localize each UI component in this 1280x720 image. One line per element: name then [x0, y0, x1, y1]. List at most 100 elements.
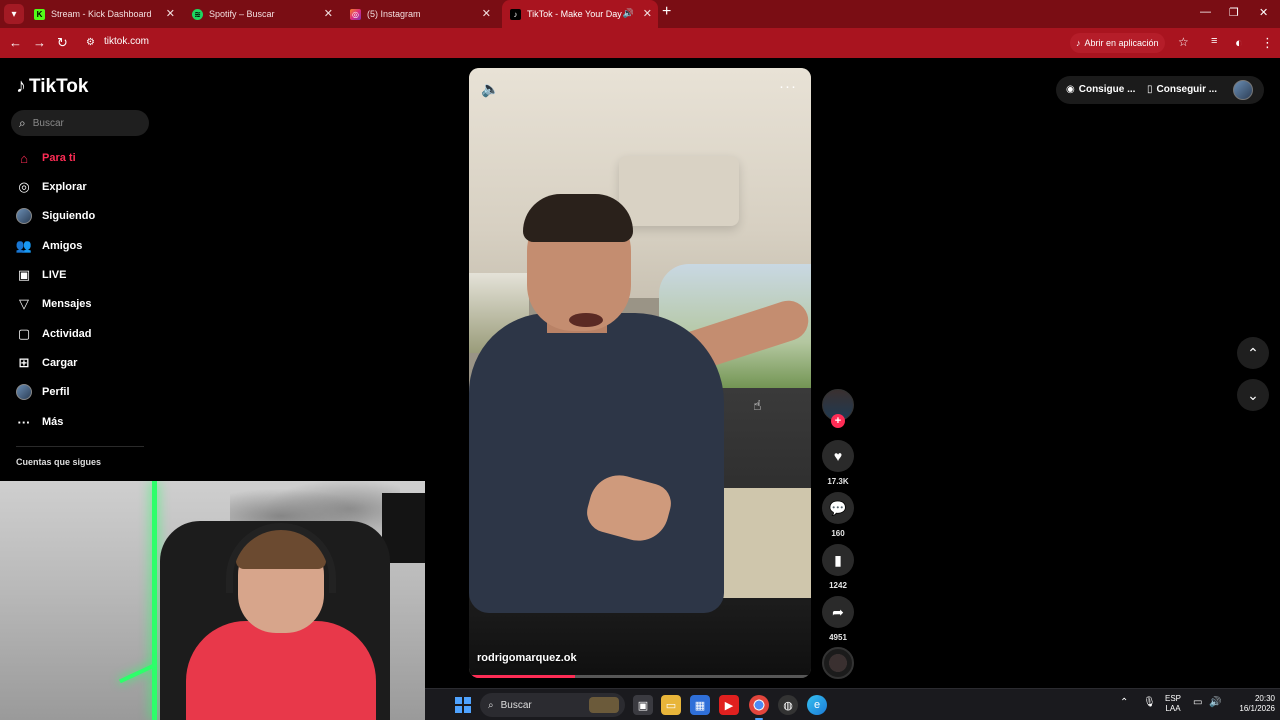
- sidebar-item-perfil[interactable]: Perfil: [16, 384, 70, 400]
- get-coins-label: Consigue ...: [1078, 84, 1136, 95]
- close-tab-icon[interactable]: ✕: [482, 7, 491, 20]
- close-tab-icon[interactable]: ✕: [643, 7, 652, 20]
- file-explorer-icon[interactable]: ▭: [661, 695, 681, 715]
- led-strip: [152, 481, 157, 720]
- tab-spotify[interactable]: ≋ Spotify – Buscar ✕: [184, 0, 339, 28]
- compass-icon: ◎: [18, 179, 30, 194]
- person-shirt: [469, 313, 724, 613]
- sidebar-item-amigos[interactable]: 👥 Amigos: [16, 238, 82, 254]
- profile-avatar-icon: [16, 384, 32, 400]
- profile-icon[interactable]: ◐: [1235, 35, 1243, 50]
- reload-icon[interactable]: ↻: [57, 35, 68, 51]
- follow-plus-icon[interactable]: +: [831, 414, 845, 428]
- get-coins-button[interactable]: ◉ Consigue ...: [1066, 84, 1135, 95]
- activity-icon: ▢: [17, 326, 31, 341]
- steam-icon[interactable]: ◍: [778, 695, 798, 715]
- speaker-icon[interactable]: 🔊: [623, 8, 634, 19]
- sidebar-item-cargar[interactable]: ⊞ Cargar: [16, 355, 78, 371]
- open-in-app-button[interactable]: ♪ Abrir en aplicación: [1070, 33, 1165, 53]
- youtube-icon[interactable]: ▶: [719, 695, 739, 715]
- like-button[interactable]: ♥: [822, 440, 854, 472]
- sidebar-item-label: Siguiendo: [42, 210, 96, 222]
- minimize-icon[interactable]: —: [1200, 6, 1211, 18]
- sidebar-item-live[interactable]: ▣ LIVE: [16, 267, 67, 283]
- windows-taskbar: ⌕ Buscar ▣ ▭ ▦ ▶ ◍ e ⌃ 🎙 ESP LAA ▭ 🔊 20:…: [425, 688, 1280, 720]
- sidebar-item-mensajes[interactable]: ▽ Mensajes: [16, 296, 92, 312]
- store-icon[interactable]: ▦: [690, 695, 710, 715]
- search-icon: ⌕: [19, 115, 26, 130]
- search-icon: ⌕: [488, 699, 494, 711]
- tab-title: (5) Instagram: [367, 9, 421, 19]
- taskbar-search-label: Buscar: [500, 699, 532, 711]
- network-icon[interactable]: ▭: [1193, 697, 1202, 708]
- following-accounts-heading: Cuentas que sigues: [16, 457, 102, 467]
- chevron-down-icon: ⌄: [1247, 386, 1259, 403]
- browser-menu-icon[interactable]: ⋮: [1261, 35, 1274, 51]
- friends-icon: 👥: [15, 238, 33, 253]
- sidebar-item-actividad[interactable]: ▢ Actividad: [16, 326, 92, 342]
- edge-icon[interactable]: e: [807, 695, 827, 715]
- sidebar-item-mas[interactable]: ··· Más: [16, 414, 64, 430]
- sidebar-item-label: Más: [42, 416, 64, 428]
- clock-date: 16/1/2026: [1239, 704, 1275, 713]
- tiktok-icon: ♪: [1076, 38, 1081, 48]
- music-disc-icon[interactable]: [822, 647, 854, 679]
- microphone-icon[interactable]: 🎙: [1143, 697, 1156, 708]
- tray-chevron-up-icon[interactable]: ⌃: [1120, 697, 1128, 708]
- tab-search-menu-button[interactable]: ▾: [4, 4, 24, 24]
- save-count: 1242: [829, 581, 847, 590]
- sun-visor: [619, 156, 739, 226]
- windows-start-icon[interactable]: [455, 697, 471, 713]
- video-author[interactable]: rodrigomarquez.ok: [477, 652, 577, 664]
- video-player[interactable]: 🔈 ··· rodrigomarquez.ok: [469, 68, 811, 678]
- sidebar-item-label: Mensajes: [42, 298, 92, 310]
- sidebar-item-label: Actividad: [42, 328, 92, 340]
- next-video-button[interactable]: ⌄: [1237, 379, 1269, 411]
- heart-icon: ♥: [833, 448, 843, 464]
- task-view-icon[interactable]: ▣: [633, 695, 653, 715]
- close-tab-icon[interactable]: ✕: [324, 7, 333, 20]
- sidebar-item-label: LIVE: [42, 269, 67, 281]
- comment-button[interactable]: 💬: [822, 492, 854, 524]
- taskbar-search[interactable]: ⌕ Buscar: [480, 693, 625, 717]
- get-app-button[interactable]: ▯ Conseguir ...: [1147, 84, 1217, 95]
- window-close-icon[interactable]: ✕: [1259, 6, 1268, 19]
- tiktok-logo[interactable]: ♪ TikTok: [16, 75, 88, 98]
- tab-title: Spotify – Buscar: [209, 9, 275, 19]
- person-hair: [523, 194, 633, 242]
- restore-icon[interactable]: ❐: [1229, 6, 1239, 19]
- user-avatar[interactable]: [1233, 80, 1253, 100]
- media-control-icon[interactable]: ≡: [1211, 35, 1217, 47]
- bookmark-star-icon[interactable]: ☆: [1178, 35, 1189, 49]
- messages-icon: ▽: [19, 296, 29, 311]
- close-tab-icon[interactable]: ✕: [166, 7, 175, 20]
- bookmark-icon: ▮: [834, 551, 842, 568]
- site-info-icon[interactable]: ⚙: [86, 37, 95, 48]
- search-input[interactable]: ⌕ Buscar: [11, 110, 149, 136]
- back-icon[interactable]: ←: [9, 35, 22, 50]
- language-indicator[interactable]: ESP LAA: [1165, 694, 1181, 714]
- video-progress-bar[interactable]: [469, 675, 811, 678]
- forward-icon[interactable]: →: [33, 35, 46, 50]
- previous-video-button[interactable]: ⌃: [1237, 337, 1269, 369]
- chrome-icon[interactable]: [749, 695, 769, 720]
- sidebar-item-label: Cargar: [42, 357, 78, 369]
- sidebar-item-siguiendo[interactable]: Siguiendo: [16, 208, 95, 224]
- tab-tiktok[interactable]: ♪ TikTok - Make Your Day 🔊 ✕: [502, 0, 658, 28]
- sidebar-item-label: Perfil: [42, 386, 70, 398]
- webcam-overlay: [0, 481, 425, 720]
- share-button[interactable]: ➦: [822, 596, 854, 628]
- save-button[interactable]: ▮: [822, 544, 854, 576]
- sidebar-item-explorar[interactable]: ◎ Explorar: [16, 179, 86, 195]
- volume-icon[interactable]: 🔈: [481, 80, 500, 98]
- address-bar[interactable]: tiktok.com: [104, 36, 149, 47]
- tiktok-icon: ♪: [510, 8, 521, 20]
- tab-instagram[interactable]: ◎ (5) Instagram ✕: [342, 0, 497, 28]
- get-app-label: Conseguir ...: [1156, 84, 1218, 95]
- tab-kick-dashboard[interactable]: K Stream - Kick Dashboard ✕: [26, 0, 181, 28]
- sidebar-item-para-ti[interactable]: ⌂ Para ti: [16, 150, 76, 166]
- volume-icon[interactable]: 🔊: [1209, 697, 1221, 708]
- more-options-icon[interactable]: ···: [779, 78, 797, 95]
- taskbar-clock[interactable]: 20:30 16/1/2026: [1225, 694, 1275, 714]
- new-tab-button[interactable]: +: [662, 3, 671, 21]
